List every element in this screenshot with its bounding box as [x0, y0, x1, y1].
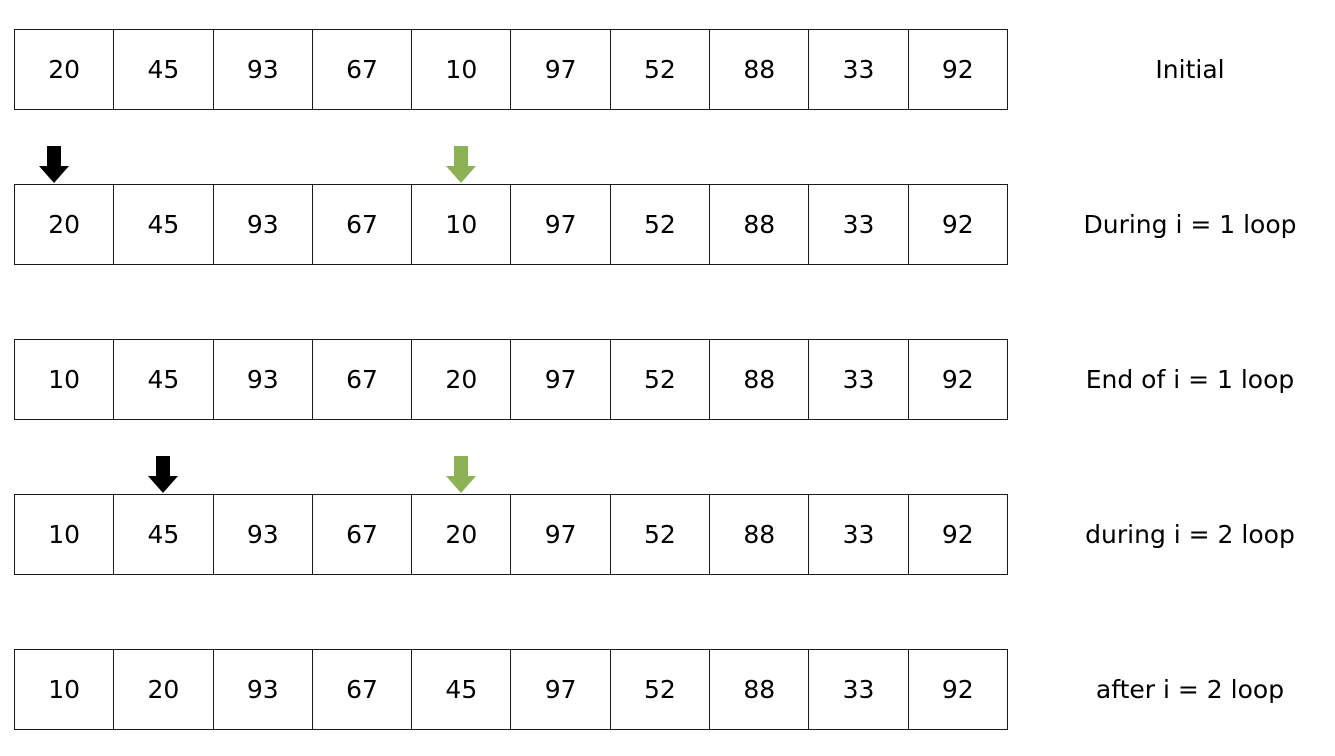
array-cell: 97 — [510, 339, 611, 420]
row-label: after i = 2 loop — [1095, 675, 1285, 704]
array-cell: 33 — [808, 339, 909, 420]
array-cell: 45 — [113, 494, 214, 575]
array-cell: 97 — [510, 29, 611, 110]
row-label: During i = 1 loop — [1083, 210, 1297, 239]
array-cell: 20 — [411, 339, 512, 420]
array-cell: 67 — [311, 339, 413, 420]
array-cell: 88 — [709, 184, 810, 265]
array-cell: 33 — [808, 649, 909, 730]
row-label: during i = 2 loop — [1085, 520, 1295, 549]
array-row: 20 45 93 67 10 97 52 88 33 92 — [14, 184, 1008, 265]
array-cell: 33 — [808, 29, 909, 110]
array-cell: 20 — [113, 649, 214, 730]
array-cell: 92 — [907, 339, 1008, 420]
array-cell: 45 — [411, 649, 512, 730]
array-cell: 93 — [212, 649, 313, 730]
black-down-arrow-icon — [147, 456, 179, 494]
row-label: End of i = 1 loop — [1085, 365, 1295, 394]
array-cell: 33 — [808, 184, 909, 265]
array-cell: 67 — [311, 649, 413, 730]
array-cell: 93 — [212, 29, 313, 110]
array-cell: 67 — [311, 184, 413, 265]
array-cell: 45 — [113, 339, 214, 420]
array-cell: 10 — [14, 494, 115, 575]
green-down-arrow-icon — [445, 146, 477, 184]
array-cell: 10 — [14, 649, 115, 730]
array-cell: 88 — [709, 29, 810, 110]
array-cell: 97 — [510, 184, 611, 265]
array-cell: 88 — [709, 339, 810, 420]
array-cell: 88 — [709, 649, 810, 730]
black-down-arrow-icon — [38, 146, 70, 184]
array-row: 10 45 93 67 20 97 52 88 33 92 — [14, 339, 1008, 420]
array-row: 10 45 93 67 20 97 52 88 33 92 — [14, 494, 1008, 575]
array-cell: 92 — [907, 649, 1008, 730]
array-cell: 93 — [212, 494, 313, 575]
array-cell: 20 — [411, 494, 512, 575]
array-cell: 20 — [14, 184, 115, 265]
array-cell: 20 — [14, 29, 115, 110]
array-cell: 97 — [510, 649, 611, 730]
array-cell: 45 — [113, 29, 214, 110]
green-down-arrow-icon — [445, 456, 477, 494]
array-cell: 52 — [609, 29, 711, 110]
array-cell: 92 — [907, 184, 1008, 265]
array-cell: 52 — [609, 494, 711, 575]
array-cell: 52 — [609, 339, 711, 420]
array-cell: 92 — [907, 29, 1008, 110]
array-cell: 52 — [609, 649, 711, 730]
array-cell: 10 — [14, 339, 115, 420]
array-cell: 92 — [907, 494, 1008, 575]
array-cell: 93 — [212, 339, 313, 420]
array-row: 10 20 93 67 45 97 52 88 33 92 — [14, 649, 1008, 730]
array-cell: 33 — [808, 494, 909, 575]
array-cell: 88 — [709, 494, 810, 575]
array-cell: 10 — [411, 29, 512, 110]
array-cell: 67 — [311, 29, 413, 110]
array-cell: 52 — [609, 184, 711, 265]
array-cell: 67 — [311, 494, 413, 575]
array-row: 20 45 93 67 10 97 52 88 33 92 — [14, 29, 1008, 110]
array-cell: 10 — [411, 184, 512, 265]
array-cell: 97 — [510, 494, 611, 575]
row-label: Initial — [1155, 55, 1225, 84]
array-cell: 45 — [113, 184, 214, 265]
array-cell: 93 — [212, 184, 313, 265]
